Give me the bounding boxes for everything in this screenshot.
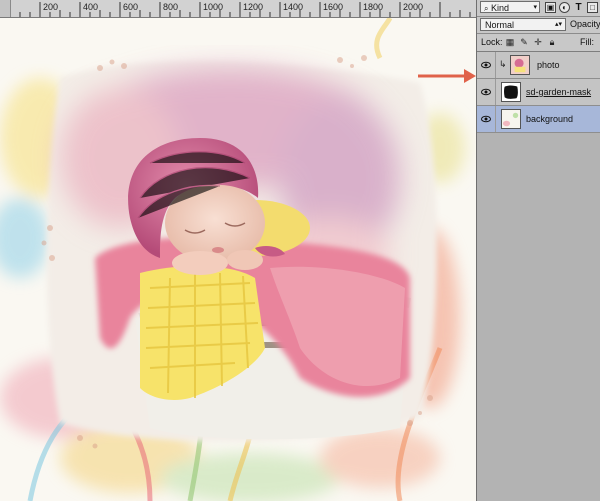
blend-mode-value: Normal — [485, 20, 515, 30]
layer-thumbnail — [510, 55, 530, 75]
layer-row-background[interactable]: background — [477, 106, 600, 133]
lock-label: Lock: — [481, 37, 503, 47]
layers-panel-empty-area[interactable] — [477, 133, 600, 501]
clipping-mask-arrow-icon: ↳ — [499, 59, 507, 69]
layer-name[interactable]: background — [526, 114, 573, 124]
layer-list: ↳ photo sd-garden-mask background — [477, 52, 600, 133]
layer-row-sd-garden-mask[interactable]: sd-garden-mask — [477, 79, 600, 106]
layer-thumbnail — [501, 82, 521, 102]
layer-thumbnail — [501, 109, 521, 129]
ruler-label: 400 — [83, 2, 99, 12]
lock-transparency-icon[interactable]: ▦ — [505, 37, 515, 47]
lock-all-icon[interactable]: 🔒︎ — [547, 37, 557, 47]
adjustment-filter-icon[interactable]: ◐ — [559, 2, 570, 13]
chevron-down-icon: ▾ — [533, 4, 537, 11]
horizontal-ruler: 200 400 600 800 1000 1200 1400 1600 1800… — [0, 0, 476, 18]
ruler-label: 800 — [163, 2, 179, 12]
lock-row: Lock: ▦ ✎ ✛ 🔒︎ Fill: — [477, 34, 600, 52]
eye-icon[interactable] — [481, 60, 491, 70]
fill-label: Fill: — [580, 37, 594, 47]
kind-label: Kind — [491, 3, 510, 13]
ruler-label: 2000 — [403, 2, 424, 12]
ruler-label: 200 — [43, 2, 59, 12]
lock-position-move-icon[interactable]: ✛ — [533, 37, 543, 47]
layer-row-photo[interactable]: ↳ photo — [477, 52, 600, 79]
filter-row: ⌕ Kind ▾ ▣ ◐ T □ — [477, 0, 600, 17]
blend-row: Normal ▴▾ Opacity: — [477, 17, 600, 34]
type-filter-icon[interactable]: T — [573, 2, 584, 13]
layer-name[interactable]: photo — [537, 60, 560, 70]
layer-name[interactable]: sd-garden-mask — [526, 87, 591, 97]
eye-icon[interactable] — [481, 87, 491, 97]
lock-pixels-brush-icon[interactable]: ✎ — [519, 37, 529, 47]
blend-mode-select[interactable]: Normal ▴▾ — [480, 18, 566, 31]
artwork — [0, 18, 476, 501]
ruler-label: 600 — [123, 2, 139, 12]
opacity-label: Opacity: — [570, 19, 600, 29]
ruler-label: 1400 — [283, 2, 304, 12]
eye-icon[interactable] — [481, 114, 491, 124]
ruler-label: 1000 — [203, 2, 224, 12]
chevron-down-icon: ▴▾ — [554, 21, 562, 28]
layers-panel: ⌕ Kind ▾ ▣ ◐ T □ Normal ▴▾ Opacity: Lock… — [476, 0, 600, 501]
ruler-label: 1800 — [363, 2, 384, 12]
ruler-label: 1200 — [243, 2, 264, 12]
image-filter-icon[interactable]: ▣ — [545, 2, 556, 13]
shape-filter-icon[interactable]: □ — [587, 2, 598, 13]
document-canvas[interactable] — [0, 18, 476, 501]
search-icon: ⌕ — [484, 4, 489, 13]
ruler-label: 1600 — [323, 2, 344, 12]
filter-kind-select[interactable]: ⌕ Kind ▾ — [480, 1, 540, 13]
